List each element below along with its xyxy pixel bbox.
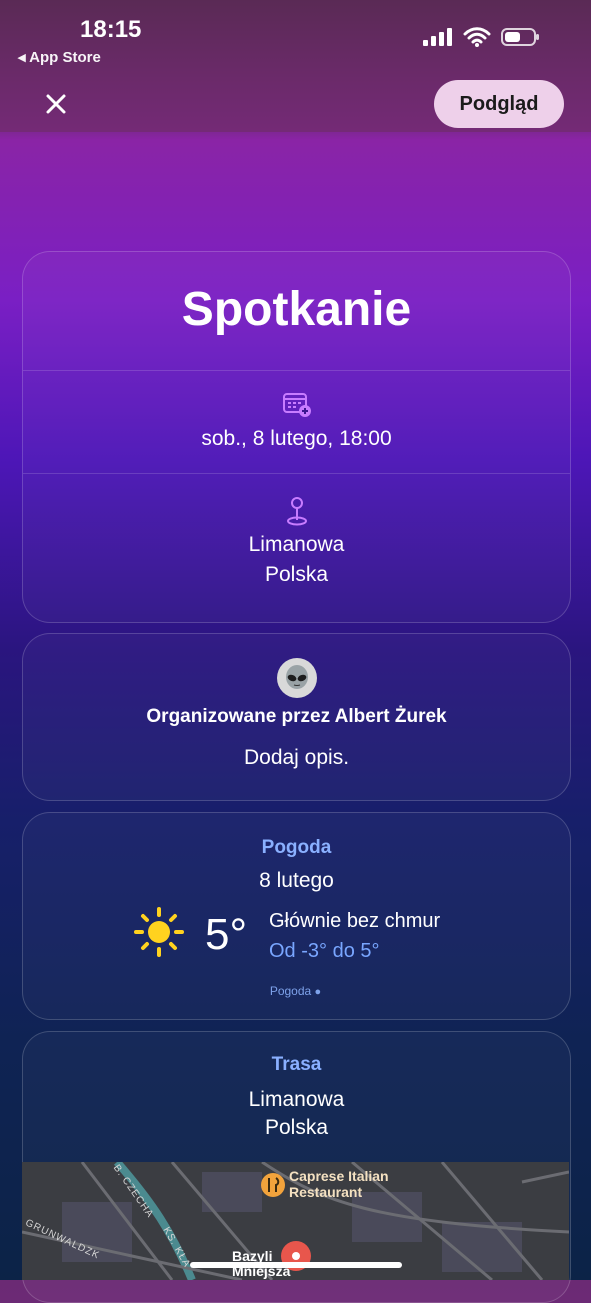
status-time: 18:15 (80, 16, 142, 43)
event-details-card: Spotkanie sob., 8 lutego, 18:00 Limanowa… (22, 251, 571, 623)
wifi-icon (463, 27, 491, 47)
cellular-signal-icon (423, 28, 452, 46)
event-date[interactable]: sob., 8 lutego, 18:00 (23, 427, 570, 451)
organizer-card: Organizowane przez Albert Żurek Dodaj op… (22, 633, 571, 801)
sun-icon (134, 907, 184, 957)
map-poi-restaurant-line2[interactable]: Restaurant (289, 1184, 362, 1200)
preview-button[interactable]: Podgląd (434, 80, 564, 128)
restaurant-pin-icon (261, 1173, 285, 1197)
weather-label: Pogoda (261, 837, 332, 858)
battery-icon (501, 28, 539, 46)
add-description-button[interactable]: Dodaj opis. (23, 746, 570, 770)
calendar-add-icon-wrap (23, 390, 570, 418)
apple-logo-icon: ● (314, 986, 322, 998)
organizer-text: Organizowane przez Albert Żurek (146, 706, 447, 727)
back-to-app-store-link[interactable]: ◂ App Store (18, 48, 101, 66)
avatar (277, 658, 317, 698)
status-icons (423, 26, 541, 48)
location-city[interactable]: Limanowa (23, 533, 570, 557)
home-indicator[interactable] (190, 1262, 402, 1268)
route-country: Polska (264, 1116, 329, 1139)
weather-temperature: 5° (205, 910, 248, 959)
location-pin-icon (286, 497, 307, 526)
weather-range: Od -3° do 5° (269, 940, 380, 962)
route-city: Limanowa (248, 1088, 345, 1111)
event-title[interactable]: Spotkanie (23, 282, 570, 337)
status-bar: 18:15 ◂ App Store Podgląd (0, 0, 591, 132)
close-icon (46, 94, 66, 114)
divider (23, 370, 570, 371)
weather-attribution-label: Pogoda (269, 984, 312, 998)
close-button[interactable] (34, 82, 78, 126)
weather-condition: Głównie bez chmur (269, 910, 441, 932)
location-marker-icon (281, 1241, 311, 1271)
calendar-add-icon (282, 393, 311, 417)
weather-attribution[interactable]: Pogoda ● (0, 984, 591, 998)
alien-avatar-icon (286, 665, 308, 689)
divider (23, 473, 570, 474)
location-country[interactable]: Polska (23, 563, 570, 587)
location-pin-icon-wrap (23, 496, 570, 526)
route-label: Trasa (271, 1054, 322, 1075)
map-poi-restaurant-line1[interactable]: Caprese Italian (289, 1168, 389, 1184)
weather-date: 8 lutego (259, 869, 334, 892)
